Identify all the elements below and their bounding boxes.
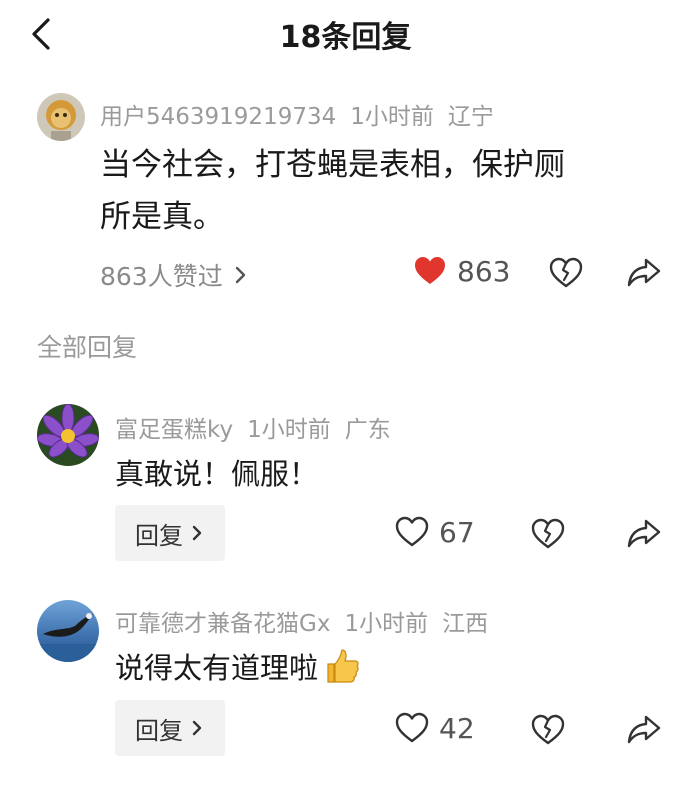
heart-outline-icon bbox=[395, 516, 429, 547]
share-arrow-icon bbox=[627, 258, 661, 287]
share-arrow-icon bbox=[627, 715, 661, 744]
broken-heart-icon bbox=[549, 257, 583, 288]
username[interactable]: 用户5463919219734 bbox=[100, 104, 336, 130]
section-label: 全部回复 bbox=[37, 333, 138, 362]
username[interactable]: 富足蛋糕ky bbox=[115, 417, 233, 443]
reply-button[interactable]: 回复 bbox=[115, 700, 225, 756]
share-button[interactable] bbox=[626, 517, 662, 549]
like-button[interactable]: 67 bbox=[395, 515, 475, 549]
timestamp: 1小时前 bbox=[350, 104, 434, 130]
share-button[interactable] bbox=[626, 256, 662, 288]
broken-heart-icon bbox=[531, 518, 565, 549]
reply-button[interactable]: 回复 bbox=[115, 505, 225, 561]
broken-heart-icon bbox=[531, 714, 565, 745]
timestamp: 1小时前 bbox=[247, 417, 331, 443]
heart-outline-icon bbox=[395, 712, 429, 743]
chevron-right-icon bbox=[235, 266, 245, 284]
reply-text: 说得太有道理啦 bbox=[115, 645, 362, 687]
reply-meta: 可靠德才兼备花猫Gx 1小时前 江西 bbox=[115, 604, 502, 638]
like-count: 863 bbox=[457, 254, 511, 288]
comment-meta: 用户5463919219734 1小时前 辽宁 bbox=[100, 97, 508, 131]
likers-link[interactable]: 863人赞过 bbox=[100, 257, 251, 293]
like-count: 42 bbox=[439, 711, 475, 745]
avatar[interactable] bbox=[37, 600, 99, 662]
dislike-button[interactable] bbox=[548, 255, 584, 289]
avatar[interactable] bbox=[37, 404, 99, 466]
dislike-button[interactable] bbox=[530, 516, 566, 550]
like-count: 67 bbox=[439, 515, 475, 549]
share-button[interactable] bbox=[626, 713, 662, 745]
share-arrow-icon bbox=[627, 519, 661, 548]
like-button[interactable]: 863 bbox=[413, 254, 510, 288]
dislike-button[interactable] bbox=[530, 712, 566, 746]
page-title: 18条回复 bbox=[279, 20, 412, 55]
reply-meta: 富足蛋糕ky 1小时前 广东 bbox=[115, 410, 405, 444]
comment-text: 当今社会，打苍蝇是表相，保护厕 所是真。 bbox=[100, 147, 565, 235]
timestamp: 1小时前 bbox=[344, 611, 429, 637]
reply-text: 真敢说！佩服！ bbox=[115, 457, 319, 491]
username[interactable]: 可靠德才兼备花猫Gx bbox=[115, 611, 330, 637]
chevron-right-icon bbox=[192, 720, 202, 736]
location: 江西 bbox=[442, 611, 489, 637]
location: 广东 bbox=[344, 417, 391, 443]
like-button[interactable]: 42 bbox=[395, 711, 475, 745]
avatar[interactable] bbox=[37, 93, 85, 141]
thumbs-up-emoji bbox=[327, 649, 359, 683]
heart-filled-icon bbox=[415, 257, 445, 284]
location: 辽宁 bbox=[447, 104, 494, 130]
chevron-right-icon bbox=[192, 525, 202, 541]
